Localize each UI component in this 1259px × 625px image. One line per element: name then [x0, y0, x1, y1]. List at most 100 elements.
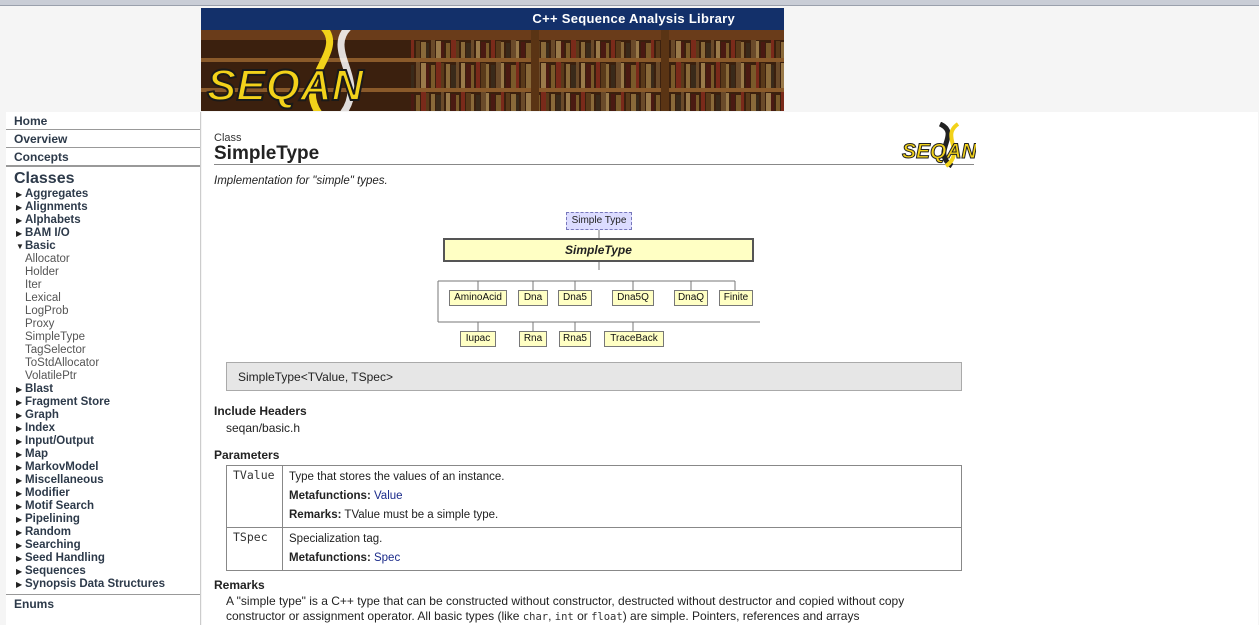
expand-arrow-icon[interactable]: ▶ — [16, 487, 25, 500]
library-bookshelf-image[interactable]: SEQAN — [201, 30, 784, 111]
tree-category-modifier[interactable]: ▶ Modifier — [16, 487, 200, 500]
nav-enums-link[interactable]: Enums — [6, 594, 200, 612]
collapse-arrow-icon[interactable]: ▼ — [16, 240, 25, 253]
diagram-child-finite[interactable]: Finite — [719, 290, 753, 306]
tree-item-simpletype[interactable]: SimpleType — [16, 331, 200, 344]
tree-category-index[interactable]: ▶ Index — [16, 422, 200, 435]
site-banner: C++ Sequence Analysis Library SEQAN — [201, 8, 784, 111]
tree-category-aggregates[interactable]: ▶ Aggregates — [16, 188, 200, 201]
param-description: Type that stores the values of an instan… — [282, 465, 962, 528]
code-int: int — [554, 611, 574, 623]
diagram-child-iupac[interactable]: Iupac — [460, 331, 496, 347]
parameters-table: TValue Type that stores the values of an… — [226, 465, 962, 571]
expand-arrow-icon[interactable]: ▶ — [16, 227, 25, 240]
expand-arrow-icon[interactable]: ▶ — [16, 539, 25, 552]
diagram-child-traceback[interactable]: TraceBack — [604, 331, 664, 347]
tree-item-tostdallocator[interactable]: ToStdAllocator — [16, 357, 200, 370]
diagram-concept-simple-type[interactable]: Simple Type — [566, 212, 632, 230]
code-float: float — [591, 611, 623, 623]
tree-category-alphabets[interactable]: ▶ Alphabets — [16, 214, 200, 227]
tree-category-alignments[interactable]: ▶ Alignments — [16, 201, 200, 214]
tree-item-logprob[interactable]: LogProb — [16, 305, 200, 318]
tree-category-fragment-store[interactable]: ▶ Fragment Store — [16, 396, 200, 409]
diagram-child-dna5q[interactable]: Dna5Q — [612, 290, 654, 306]
tree-item-tagselector[interactable]: TagSelector — [16, 344, 200, 357]
expand-arrow-icon[interactable]: ▶ — [16, 552, 25, 565]
metafunctions-label: Metafunctions: — [289, 490, 371, 502]
spec-link[interactable]: Spec — [374, 552, 400, 564]
diagram-child-dna5[interactable]: Dna5 — [558, 290, 592, 306]
tree-category-random[interactable]: ▶ Random — [16, 526, 200, 539]
tree-category-synopsis-data-structures[interactable]: ▶ Synopsis Data Structures — [16, 578, 200, 591]
expand-arrow-icon[interactable]: ▶ — [16, 435, 25, 448]
diagram-child-dnaq[interactable]: DnaQ — [674, 290, 708, 306]
expand-arrow-icon[interactable]: ▶ — [16, 201, 25, 214]
diagram-child-dna[interactable]: Dna — [518, 290, 548, 306]
tree-category-graph[interactable]: ▶ Graph — [16, 409, 200, 422]
tree-category-basic[interactable]: ▼Basic — [16, 240, 200, 253]
metafunctions-label: Metafunctions: — [289, 552, 371, 564]
expand-arrow-icon[interactable]: ▶ — [16, 422, 25, 435]
param-desc-text: Specialization tag. — [289, 533, 383, 545]
expand-arrow-icon[interactable]: ▶ — [16, 526, 25, 539]
include-header-file: seqan/basic.h — [226, 421, 301, 435]
remarks-heading: Remarks — [214, 578, 265, 592]
tree-item-allocator[interactable]: Allocator — [16, 253, 200, 266]
tree-item-holder[interactable]: Holder — [16, 266, 200, 279]
tree-category-markovmodel[interactable]: ▶ MarkovModel — [16, 461, 200, 474]
expand-arrow-icon[interactable]: ▶ — [16, 474, 25, 487]
tree-category-miscellaneous[interactable]: ▶ Miscellaneous — [16, 474, 200, 487]
expand-arrow-icon[interactable]: ▶ — [16, 500, 25, 513]
tree-category-pipelining[interactable]: ▶ Pipelining — [16, 513, 200, 526]
expand-arrow-icon[interactable]: ▶ — [16, 396, 25, 409]
expand-arrow-icon[interactable]: ▶ — [16, 188, 25, 201]
expand-arrow-icon[interactable]: ▶ — [16, 513, 25, 526]
tree-item-lexical[interactable]: Lexical — [16, 292, 200, 305]
expand-arrow-icon[interactable]: ▶ — [16, 214, 25, 227]
banner-logo-text: SEQAN — [207, 61, 365, 110]
diagram-child-rna5[interactable]: Rna5 — [559, 331, 591, 347]
tree-item-proxy[interactable]: Proxy — [16, 318, 200, 331]
tree-category-searching[interactable]: ▶ Searching — [16, 539, 200, 552]
tree-category-map[interactable]: ▶ Map — [16, 448, 200, 461]
tree-item-volatileptr[interactable]: VolatilePtr — [16, 370, 200, 383]
class-signature: SimpleType<TValue, TSpec> — [226, 362, 962, 391]
tree-item-iter[interactable]: Iter — [16, 279, 200, 292]
remarks-label: Remarks: — [289, 509, 342, 521]
tree-category-bam-io[interactable]: ▶ BAM I/O — [16, 227, 200, 240]
code-char: char — [522, 611, 549, 623]
class-summary: Implementation for "simple" types. — [214, 175, 388, 187]
seqan-logo: SEQAN — [902, 122, 976, 168]
parameters-heading: Parameters — [214, 448, 280, 462]
page-title: SimpleType — [214, 143, 320, 164]
expand-arrow-icon[interactable]: ▶ — [16, 448, 25, 461]
tree-category-blast[interactable]: ▶ Blast — [16, 383, 200, 396]
classes-tree: ▶ Aggregates ▶ Alignments ▶ Alphabets ▶ BAM … — [6, 188, 200, 591]
nav-home-link[interactable]: Home — [6, 112, 200, 130]
tree-category-sequences[interactable]: ▶ Sequences — [16, 565, 200, 578]
inheritance-diagram: Simple Type SimpleType AminoAcid Dna Dna… — [214, 210, 974, 350]
title-divider — [214, 164, 974, 165]
expand-arrow-icon[interactable]: ▶ — [16, 578, 25, 591]
diagram-child-aminoacid[interactable]: AminoAcid — [449, 290, 507, 306]
value-link[interactable]: Value — [374, 490, 403, 502]
expand-arrow-icon[interactable]: ▶ — [16, 565, 25, 578]
table-row: TSpec Specialization tag. Metafunctions:… — [226, 527, 962, 571]
diagram-class-simpletype[interactable]: SimpleType — [443, 238, 754, 262]
param-desc-text: Type that stores the values of an instan… — [289, 471, 505, 483]
banner-title-bar: C++ Sequence Analysis Library — [201, 8, 784, 30]
nav-concepts-link[interactable]: Concepts — [6, 148, 200, 166]
expand-arrow-icon[interactable]: ▶ — [16, 409, 25, 422]
window-top-bar — [0, 0, 1259, 6]
include-headers-heading: Include Headers — [214, 404, 307, 418]
param-description: Specialization tag. Metafunctions: Spec — [282, 527, 962, 571]
tree-category-input-output[interactable]: ▶ Input/Output — [16, 435, 200, 448]
expand-arrow-icon[interactable]: ▶ — [16, 461, 25, 474]
nav-overview-link[interactable]: Overview — [6, 130, 200, 148]
tree-category-motif-search[interactable]: ▶ Motif Search — [16, 500, 200, 513]
param-remarks-text: TValue must be a simple type. — [344, 509, 499, 521]
tree-category-seed-handling[interactable]: ▶ Seed Handling — [16, 552, 200, 565]
diagram-child-rna[interactable]: Rna — [519, 331, 547, 347]
expand-arrow-icon[interactable]: ▶ — [16, 383, 25, 396]
seqan-logo-text: SEQAN — [902, 140, 976, 163]
